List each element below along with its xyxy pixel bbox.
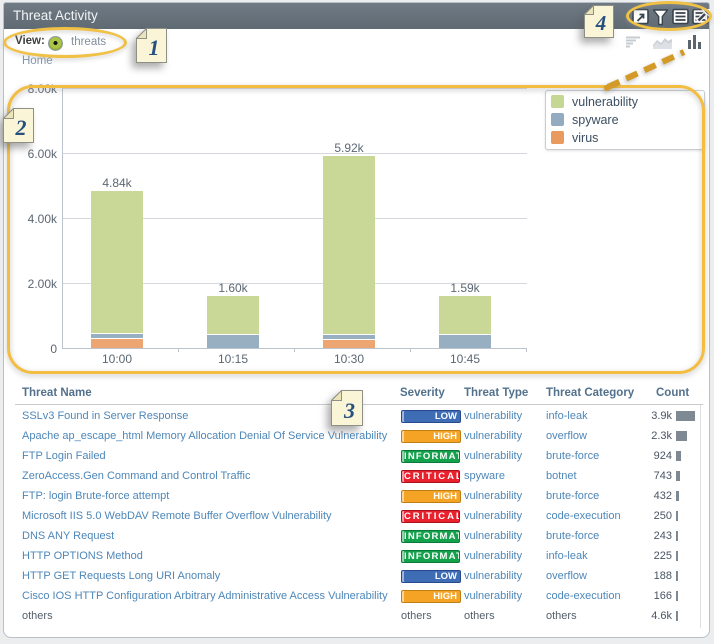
svg-text:2: 2 <box>15 115 27 140</box>
svg-text:3: 3 <box>343 398 355 423</box>
svg-text:4: 4 <box>595 11 607 35</box>
svg-text:1: 1 <box>149 35 160 60</box>
